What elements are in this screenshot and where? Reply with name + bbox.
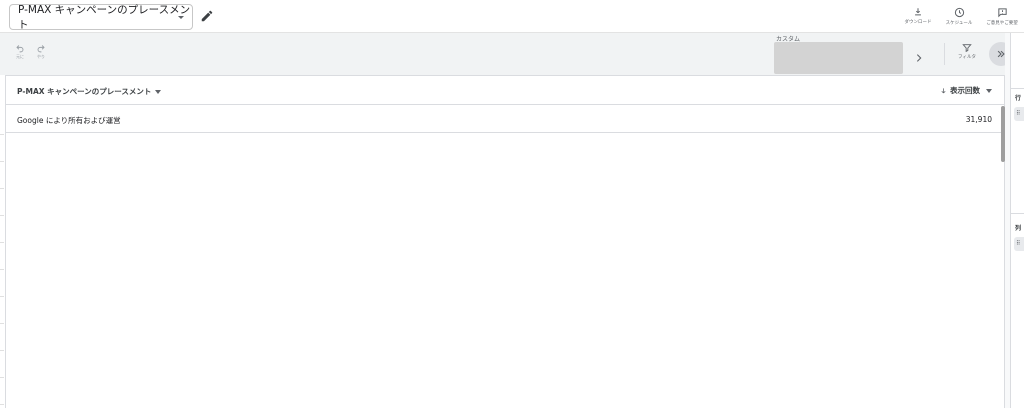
- download-button[interactable]: ダウンロード: [896, 7, 940, 25]
- table-row[interactable]: Google により所有および運営 31,910: [6, 105, 1004, 133]
- arrow-down-icon: [941, 87, 946, 93]
- dimension-cell: Google により所有および運営: [17, 116, 121, 125]
- feedback-icon: [997, 8, 1007, 18]
- custom-date-range[interactable]: [774, 42, 903, 74]
- feedback-button[interactable]: ご意見やご要望: [980, 7, 1024, 26]
- settings-side-panel: 行 ⠿ 列 ⠿: [1010, 33, 1024, 408]
- redo-label: やり: [37, 54, 45, 59]
- report-selector[interactable]: P-MAX キャンペーンのプレースメント: [9, 4, 193, 31]
- toolbar-divider: [944, 43, 945, 65]
- report-header: P-MAX キャンペーンのプレースメント ダウンロード スケジュール ご意見やご…: [0, 0, 1024, 33]
- metric-cell: 31,910: [965, 115, 992, 124]
- download-icon: [915, 8, 921, 16]
- download-label: ダウンロード: [904, 20, 932, 25]
- filter-label: フィルタ: [958, 55, 976, 60]
- columns-section-label: 列: [1015, 225, 1022, 232]
- feedback-label: ご意見やご要望: [986, 21, 1018, 26]
- redo-button[interactable]: やり: [33, 44, 49, 60]
- caret-down-icon: [986, 88, 992, 93]
- undo-label: 元に: [16, 54, 24, 59]
- undo-icon: [16, 45, 24, 53]
- chevron-right-icon[interactable]: [914, 52, 924, 64]
- panel-divider: [1011, 88, 1024, 89]
- dimension-column-header[interactable]: P-MAX キャンペーンのプレースメント: [17, 86, 162, 97]
- filter-icon: [962, 44, 972, 53]
- columns-dimension-chip[interactable]: ⠿: [1014, 237, 1024, 251]
- report-table: P-MAX キャンペーンのプレースメント 表示回数 Google により所有およ…: [5, 75, 1005, 408]
- pencil-icon[interactable]: [200, 9, 214, 23]
- schedule-label: スケジュール: [945, 21, 973, 26]
- report-title: P-MAX キャンペーンのプレースメント: [18, 4, 191, 31]
- chevron-down-icon: [178, 16, 184, 19]
- rows-dimension-chip[interactable]: ⠿: [1014, 107, 1024, 121]
- caret-down-icon: [155, 89, 162, 94]
- redo-icon: [37, 45, 45, 53]
- metric-header-label: 表示回数: [950, 86, 980, 95]
- filter-button[interactable]: フィルタ: [954, 43, 980, 60]
- table-header: P-MAX キャンペーンのプレースメント 表示回数: [6, 76, 1004, 105]
- panel-divider: [1011, 213, 1024, 214]
- undo-button[interactable]: 元に: [12, 44, 28, 60]
- rows-section-label: 行: [1015, 95, 1022, 102]
- toolbar: 元に やり カスタム フィルタ: [0, 33, 1014, 75]
- schedule-button[interactable]: スケジュール: [937, 7, 981, 26]
- dimension-header-label: P-MAX キャンペーンのプレースメント: [17, 87, 152, 96]
- schedule-icon: [954, 7, 964, 18]
- metric-column-header[interactable]: 表示回数: [940, 85, 992, 96]
